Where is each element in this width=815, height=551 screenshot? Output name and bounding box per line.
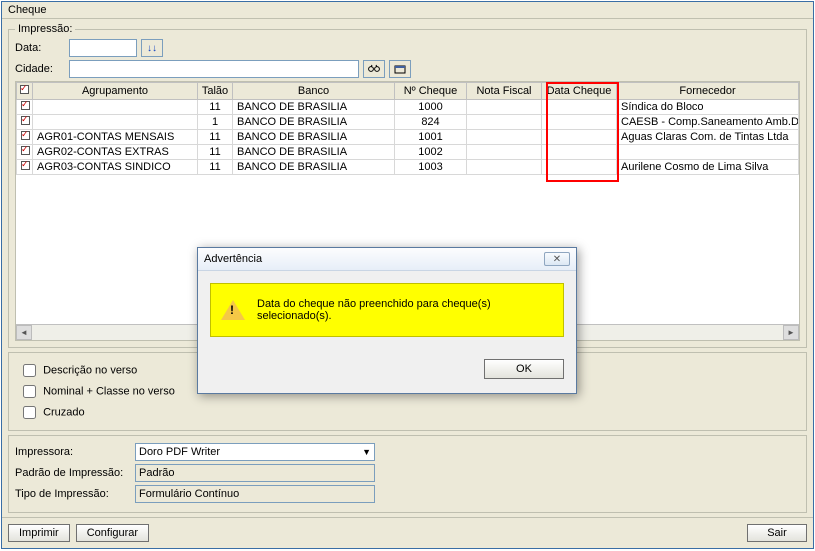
tipo-field: Formulário Contínuo <box>135 485 375 503</box>
sort-down-icon[interactable]: ↓↓ <box>141 39 163 57</box>
tipo-label: Tipo de Impressão: <box>15 488 135 500</box>
opt-cruzado[interactable]: Cruzado <box>19 403 796 422</box>
cell-talao: 11 <box>198 100 233 115</box>
sair-button[interactable]: Sair <box>747 524 807 542</box>
checkbox-descricao[interactable] <box>23 364 36 377</box>
cell-datacheque <box>542 100 617 115</box>
dialog-titlebar: Advertência ✕ <box>198 248 576 271</box>
cell-banco: BANCO DE BRASILIA <box>233 115 395 130</box>
cell-fornecedor: Aguas Claras Com. de Tintas Ltda <box>617 130 799 145</box>
cell-datacheque <box>542 145 617 160</box>
header-check-all[interactable] <box>17 83 33 100</box>
cell-banco: BANCO DE BRASILIA <box>233 145 395 160</box>
binoculars-icon[interactable] <box>363 60 385 78</box>
table-header-row: Agrupamento Talão Banco Nº Cheque Nota F… <box>17 83 799 100</box>
checkbox-cruzado[interactable] <box>23 406 36 419</box>
card-icon[interactable] <box>389 60 411 78</box>
chevron-down-icon: ▼ <box>362 447 371 457</box>
dialog-message: Data do cheque não preenchido para chequ… <box>257 298 553 322</box>
table-row[interactable]: 1BANCO DE BRASILIA824 CAESB - Comp.Saneam… <box>17 115 799 130</box>
data-input[interactable] <box>69 39 137 57</box>
ok-button[interactable]: OK <box>484 359 564 379</box>
cell-ncheque: 1001 <box>395 130 467 145</box>
dialog-title: Advertência <box>204 253 262 265</box>
cheque-window: Cheque Impressão: Data: ↓↓ Cidade: <box>1 1 814 549</box>
table-row[interactable]: AGR03-CONTAS SINDICO11BANCO DE BRASILIA1… <box>17 160 799 175</box>
row-checkbox[interactable] <box>17 115 33 130</box>
header-ncheque[interactable]: Nº Cheque <box>395 83 467 100</box>
cidade-input[interactable] <box>69 60 359 78</box>
cell-fornecedor: Síndica do Bloco <box>617 100 799 115</box>
scroll-left-icon[interactable]: ◄ <box>16 325 32 340</box>
cell-agrupamento <box>33 100 198 115</box>
cell-talao: 1 <box>198 115 233 130</box>
cell-talao: 11 <box>198 145 233 160</box>
cell-datacheque <box>542 160 617 175</box>
cell-fornecedor: Aurilene Cosmo de Lima Silva <box>617 160 799 175</box>
cell-nota <box>467 115 542 130</box>
header-fornecedor[interactable]: Fornecedor <box>617 83 799 100</box>
cell-ncheque: 1000 <box>395 100 467 115</box>
alert-band: Data do cheque não preenchido para chequ… <box>210 283 564 337</box>
padrao-label: Padrão de Impressão: <box>15 467 135 479</box>
cell-talao: 11 <box>198 130 233 145</box>
close-icon[interactable]: ✕ <box>544 252 570 266</box>
cell-banco: BANCO DE BRASILIA <box>233 100 395 115</box>
opt-cruzado-label: Cruzado <box>43 406 85 418</box>
cell-nota <box>467 145 542 160</box>
cell-nota <box>467 100 542 115</box>
cell-talao: 11 <box>198 160 233 175</box>
impressora-value: Doro PDF Writer <box>139 446 220 458</box>
cidade-label: Cidade: <box>15 63 65 75</box>
impressora-select[interactable]: Doro PDF Writer ▼ <box>135 443 375 461</box>
cell-agrupamento <box>33 115 198 130</box>
header-datacheque[interactable]: Data Cheque <box>542 83 617 100</box>
scroll-right-icon[interactable]: ► <box>783 325 799 340</box>
header-nota[interactable]: Nota Fiscal <box>467 83 542 100</box>
cell-ncheque: 1003 <box>395 160 467 175</box>
warning-dialog: Advertência ✕ Data do cheque não preench… <box>197 247 577 394</box>
cell-datacheque <box>542 130 617 145</box>
impressao-legend: Impressão: <box>15 23 75 35</box>
header-agrupamento[interactable]: Agrupamento <box>33 83 198 100</box>
cell-agrupamento: AGR02-CONTAS EXTRAS <box>33 145 198 160</box>
cell-fornecedor: CAESB - Comp.Saneamento Amb.DF <box>617 115 799 130</box>
table-row[interactable]: AGR01-CONTAS MENSAIS11BANCO DE BRASILIA1… <box>17 130 799 145</box>
configurar-button[interactable]: Configurar <box>76 524 149 542</box>
cell-fornecedor <box>617 145 799 160</box>
row-checkbox[interactable] <box>17 160 33 175</box>
checkbox-nominal[interactable] <box>23 385 36 398</box>
cell-banco: BANCO DE BRASILIA <box>233 130 395 145</box>
header-banco[interactable]: Banco <box>233 83 395 100</box>
header-talao[interactable]: Talão <box>198 83 233 100</box>
table-row[interactable]: 11BANCO DE BRASILIA1000 Síndica do Bloco <box>17 100 799 115</box>
row-checkbox[interactable] <box>17 145 33 160</box>
warning-icon <box>221 300 245 320</box>
opt-descricao-label: Descrição no verso <box>43 364 137 376</box>
table-row[interactable]: AGR02-CONTAS EXTRAS11BANCO DE BRASILIA10… <box>17 145 799 160</box>
cell-ncheque: 1002 <box>395 145 467 160</box>
impressora-label: Impressora: <box>15 446 135 458</box>
data-label: Data: <box>15 42 65 54</box>
tipo-value: Formulário Contínuo <box>139 488 239 500</box>
cell-datacheque <box>542 115 617 130</box>
imprimir-button[interactable]: Imprimir <box>8 524 70 542</box>
padrao-field: Padrão <box>135 464 375 482</box>
cell-nota <box>467 130 542 145</box>
cell-ncheque: 824 <box>395 115 467 130</box>
cell-agrupamento: AGR03-CONTAS SINDICO <box>33 160 198 175</box>
printer-group: Impressora: Doro PDF Writer ▼ Padrão de … <box>8 435 807 513</box>
padrao-value: Padrão <box>139 467 174 479</box>
row-checkbox[interactable] <box>17 130 33 145</box>
opt-nominal-label: Nominal + Classe no verso <box>43 385 175 397</box>
footer-bar: Imprimir Configurar Sair <box>2 517 813 548</box>
cell-nota <box>467 160 542 175</box>
cell-banco: BANCO DE BRASILIA <box>233 160 395 175</box>
cell-agrupamento: AGR01-CONTAS MENSAIS <box>33 130 198 145</box>
row-checkbox[interactable] <box>17 100 33 115</box>
window-title: Cheque <box>2 2 813 19</box>
